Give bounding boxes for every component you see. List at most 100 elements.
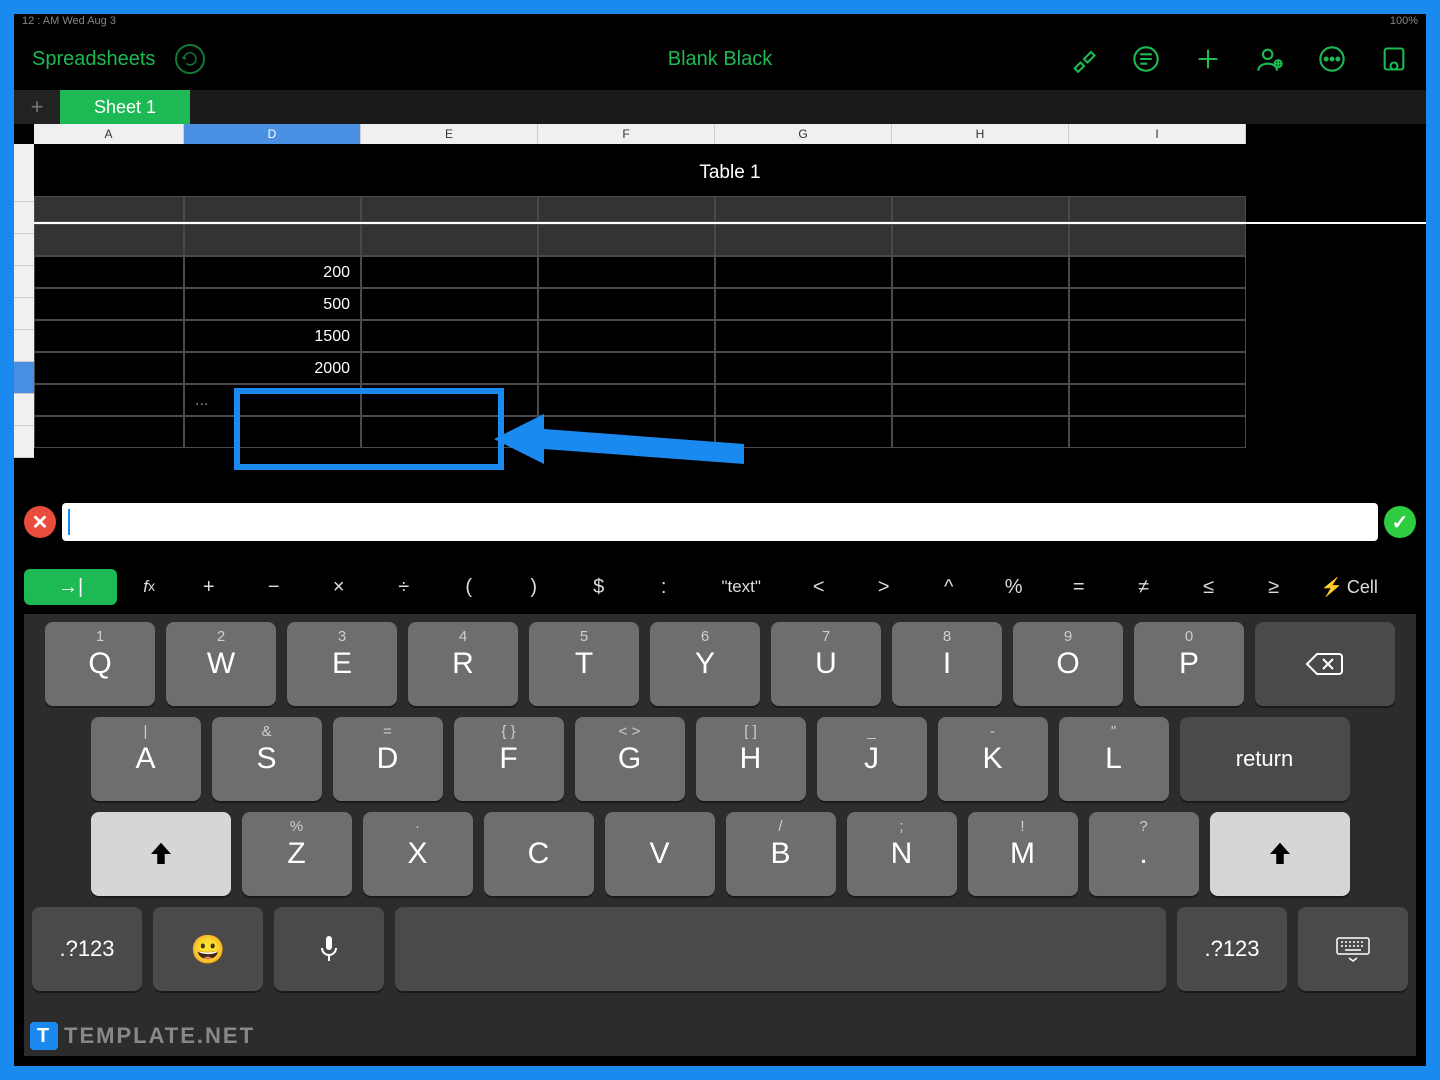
shortcut-key[interactable]: "text" <box>701 569 781 605</box>
column-header[interactable]: H <box>892 124 1069 144</box>
column-header[interactable]: G <box>715 124 892 144</box>
add-icon[interactable] <box>1194 45 1222 73</box>
cell[interactable]: 200 <box>184 256 361 288</box>
cell[interactable] <box>184 224 361 256</box>
more-icon[interactable] <box>1318 45 1346 73</box>
comment-icon[interactable] <box>1132 45 1160 73</box>
shortcut-key[interactable]: ≥ <box>1246 569 1301 605</box>
key-t[interactable]: 5T <box>529 622 639 706</box>
cell[interactable] <box>1069 224 1246 256</box>
cell[interactable] <box>34 224 184 256</box>
cell[interactable] <box>34 416 184 448</box>
shortcut-key[interactable]: < <box>791 569 846 605</box>
back-button[interactable]: Spreadsheets <box>32 48 155 71</box>
shortcut-key[interactable]: − <box>246 569 301 605</box>
shortcut-key[interactable]: ÷ <box>376 569 431 605</box>
row-header[interactable] <box>14 394 34 426</box>
key-q[interactable]: 1Q <box>45 622 155 706</box>
hide-keyboard-key[interactable] <box>1298 907 1408 991</box>
undo-button[interactable] <box>175 44 205 74</box>
key-b[interactable]: /B <box>726 812 836 896</box>
shortcut-key[interactable]: > <box>856 569 911 605</box>
cell[interactable] <box>715 256 892 288</box>
cell[interactable] <box>34 320 184 352</box>
shift-key[interactable] <box>1210 812 1350 896</box>
key-v[interactable]: V <box>605 812 715 896</box>
cell[interactable] <box>892 256 1069 288</box>
cell[interactable] <box>361 352 538 384</box>
cell[interactable] <box>34 352 184 384</box>
column-header[interactable]: F <box>538 124 715 144</box>
column-header[interactable]: D <box>184 124 361 144</box>
cell[interactable] <box>1069 352 1246 384</box>
key-h[interactable]: [ ]H <box>696 717 806 801</box>
row-header[interactable] <box>14 330 34 362</box>
cell[interactable] <box>1069 288 1246 320</box>
cell[interactable] <box>34 288 184 320</box>
cell[interactable] <box>1069 320 1246 352</box>
cell[interactable] <box>538 224 715 256</box>
fx-key[interactable]: fx <box>127 569 171 605</box>
shortcut-key[interactable]: = <box>1051 569 1106 605</box>
column-header[interactable]: E <box>361 124 538 144</box>
shortcut-key[interactable]: ) <box>506 569 561 605</box>
row-header[interactable] <box>14 202 34 234</box>
cell[interactable] <box>892 196 1069 222</box>
cell[interactable] <box>715 224 892 256</box>
cell[interactable] <box>715 352 892 384</box>
key-x[interactable]: ·X <box>363 812 473 896</box>
cell[interactable] <box>892 224 1069 256</box>
table-title[interactable]: Table 1 <box>34 144 1426 196</box>
cell[interactable] <box>892 320 1069 352</box>
key-r[interactable]: 4R <box>408 622 518 706</box>
key-k[interactable]: -K <box>938 717 1048 801</box>
shortcut-key[interactable]: ^ <box>921 569 976 605</box>
cell[interactable] <box>361 196 538 222</box>
sheet-tab-active[interactable]: Sheet 1 <box>60 90 190 124</box>
shift-key[interactable] <box>91 812 231 896</box>
key-a[interactable]: |A <box>91 717 201 801</box>
shortcut-key[interactable]: % <box>986 569 1041 605</box>
key-period[interactable]: ?. <box>1089 812 1199 896</box>
shortcut-key[interactable]: ≤ <box>1181 569 1236 605</box>
cell[interactable] <box>892 384 1069 416</box>
key-d[interactable]: =D <box>333 717 443 801</box>
key-z[interactable]: %Z <box>242 812 352 896</box>
shortcut-key[interactable]: ( <box>441 569 496 605</box>
column-headers[interactable]: ADEFGHI <box>34 124 1426 144</box>
shortcut-key[interactable]: $ <box>571 569 626 605</box>
column-header[interactable]: A <box>34 124 184 144</box>
key-m[interactable]: !M <box>968 812 1078 896</box>
key-i[interactable]: 8I <box>892 622 1002 706</box>
cell[interactable] <box>538 288 715 320</box>
cell[interactable]: 1500 <box>184 320 361 352</box>
cancel-edit-button[interactable]: ✕ <box>24 506 56 538</box>
column-header[interactable]: I <box>1069 124 1246 144</box>
numeric-key[interactable]: .?123 <box>32 907 142 991</box>
shortcut-key[interactable]: : <box>636 569 691 605</box>
cell[interactable] <box>1069 256 1246 288</box>
confirm-edit-button[interactable]: ✓ <box>1384 506 1416 538</box>
row-header[interactable] <box>14 234 34 266</box>
cell[interactable] <box>715 320 892 352</box>
cell[interactable]: 2000 <box>184 352 361 384</box>
cell[interactable] <box>1069 196 1246 222</box>
emoji-key[interactable]: 😀 <box>153 907 263 991</box>
cell[interactable] <box>361 320 538 352</box>
cell[interactable] <box>361 224 538 256</box>
key-g[interactable]: < >G <box>575 717 685 801</box>
cell[interactable] <box>892 288 1069 320</box>
backspace-key[interactable] <box>1255 622 1395 706</box>
cell[interactable] <box>1069 416 1246 448</box>
formula-input[interactable] <box>62 503 1378 541</box>
cell[interactable]: 500 <box>184 288 361 320</box>
shortcut-key[interactable]: × <box>311 569 366 605</box>
numeric-key[interactable]: .?123 <box>1177 907 1287 991</box>
cell[interactable] <box>715 288 892 320</box>
cell-ref-key[interactable]: ⚡Cell <box>1311 569 1387 605</box>
cell[interactable] <box>34 196 184 222</box>
cell[interactable] <box>538 196 715 222</box>
row-header[interactable] <box>14 298 34 330</box>
shortcut-key[interactable]: + <box>181 569 236 605</box>
row-headers[interactable] <box>14 144 34 458</box>
